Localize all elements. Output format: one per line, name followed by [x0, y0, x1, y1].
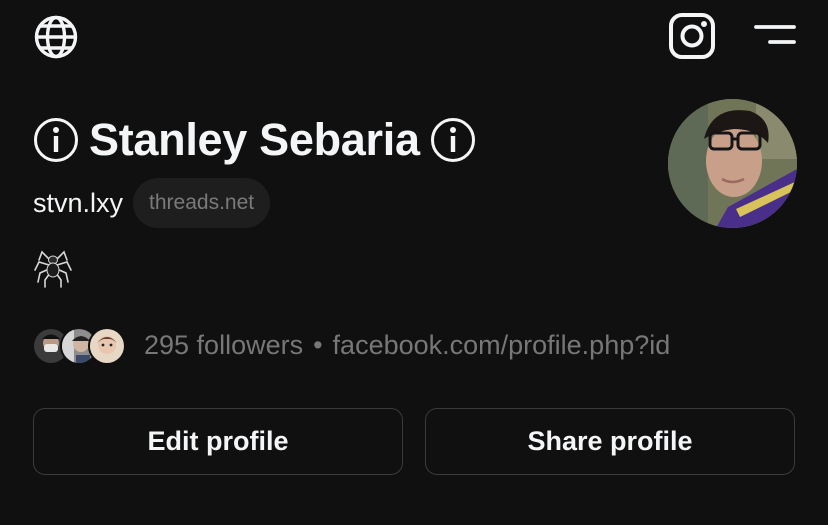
username: stvn.lxy	[33, 188, 124, 218]
followers-count[interactable]: 295 followers	[144, 330, 303, 360]
info-icon	[34, 118, 78, 162]
edit-profile-button[interactable]: Edit profile	[33, 408, 403, 475]
info-icon	[430, 118, 475, 162]
followers-meta: 295 followers • facebook.com/profile.php?i…	[144, 322, 670, 368]
follower-avatar	[88, 327, 126, 365]
threads-domain-badge[interactable]: threads.net	[133, 178, 271, 228]
profile-name-row: Stanley Sebaria	[33, 112, 476, 168]
instagram-icon[interactable]	[668, 12, 716, 60]
username-row: stvn.lxy threads.net	[33, 178, 271, 228]
profile-link[interactable]: facebook.com/profile.php?id	[333, 330, 671, 360]
share-profile-button[interactable]: Share profile	[425, 408, 795, 475]
profile-avatar[interactable]	[668, 99, 797, 228]
separator-dot: •	[313, 330, 323, 360]
followers-row[interactable]: 295 followers • facebook.com/profile.php?i…	[32, 322, 670, 368]
spider-icon	[34, 250, 72, 288]
menu-icon[interactable]	[752, 20, 798, 50]
globe-icon[interactable]	[33, 14, 79, 60]
display-name: Stanley Sebaria	[89, 114, 420, 165]
follower-avatars	[32, 322, 128, 368]
